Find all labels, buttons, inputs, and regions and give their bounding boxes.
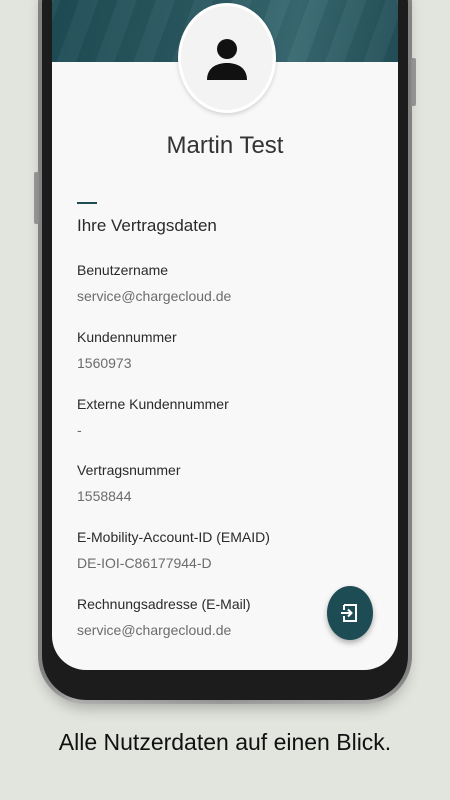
phone-side-button bbox=[411, 58, 416, 106]
field-label-billing-email: Rechnungsadresse (E-Mail) bbox=[77, 596, 251, 612]
section-title: Ihre Vertragsdaten bbox=[77, 216, 217, 235]
phone-side-button bbox=[34, 172, 39, 224]
field-label-username: Benutzername bbox=[77, 262, 169, 278]
field-value-username: service@chargecloud.de bbox=[77, 288, 232, 304]
field-value-customer-number: 1560973 bbox=[77, 355, 132, 371]
field-label-emaid: E-Mobility-Account-ID (EMAID) bbox=[77, 529, 270, 545]
field-label-customer-number: Kundennummer bbox=[77, 329, 177, 345]
field-label-external-customer-number: Externe Kundennummer bbox=[77, 396, 229, 412]
profile-name: Martin Test bbox=[166, 132, 284, 159]
logout-button[interactable] bbox=[327, 586, 373, 640]
field-value-emaid: DE-IOI-C86177944-D bbox=[77, 555, 212, 571]
field-label-contract-number: Vertragsnummer bbox=[77, 462, 181, 478]
app-screen[interactable]: Martin Test Ihre Vertragsdaten Benutzern… bbox=[52, 0, 398, 670]
field-value-contract-number: 1558844 bbox=[77, 488, 132, 504]
person-icon bbox=[207, 39, 247, 80]
avatar bbox=[178, 3, 276, 113]
field-value-billing-email: service@chargecloud.de bbox=[77, 622, 232, 638]
logout-icon bbox=[341, 604, 357, 622]
section-accent-line bbox=[77, 202, 97, 204]
promo-caption: Alle Nutzerdaten auf einen Blick. bbox=[58, 729, 392, 755]
field-value-external-customer-number: - bbox=[77, 422, 82, 438]
